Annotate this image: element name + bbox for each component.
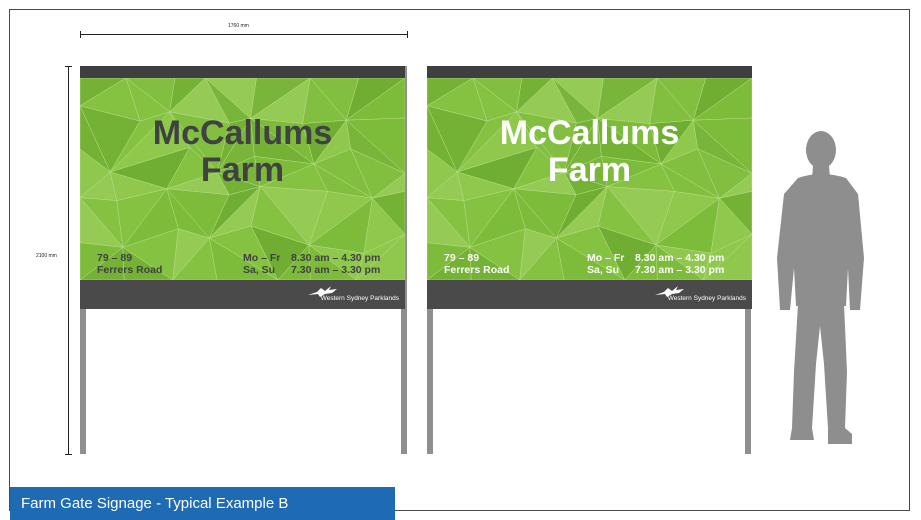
sign-face: McCallums Farm 79 – 89 Ferrers Road Mo –… [80,78,405,280]
days-line-1: Mo – Fr [587,252,625,264]
opening-hours: 8.30 am – 4.30 pm 7.30 am – 3.30 pm [635,252,724,276]
height-dimension-label: 2100 mm [36,253,57,259]
logo-text: Western Sydney Parklands [667,295,746,302]
sign-footer: Western Sydney Parklands [80,280,405,309]
sign-panel: McCallums Farm 79 – 89 Ferrers Road Mo –… [427,66,752,309]
days-line-2: Sa, Su [587,264,620,276]
sign-cap [427,66,752,78]
hours-line-2: 7.30 am – 3.30 pm [635,264,725,276]
logo-text: Western Sydney Parklands [320,295,399,302]
title-line-1: McCallums [152,114,333,152]
title-line-2: Farm [547,151,632,189]
hours-line-1: 8.30 am – 4.30 pm [291,252,381,264]
sign-title: McCallums Farm [427,115,752,189]
days-line-2: Sa, Su [243,264,276,276]
sign-title: McCallums Farm [80,115,405,189]
sign-footer: Western Sydney Parklands [427,280,752,309]
hours-line-2: 7.30 am – 3.30 pm [291,264,381,276]
human-scale-figure-icon [777,131,864,444]
opening-days: Mo – Fr Sa, Su [587,252,624,276]
title-line-1: McCallums [499,114,680,152]
address-line-2: Ferrers Road [444,264,510,276]
figure-caption: Farm Gate Signage - Typical Example B [10,487,395,520]
title-line-2: Farm [200,151,285,189]
address: 79 – 89 Ferrers Road [444,252,509,276]
width-dimension-label: 1760 mm [228,23,249,29]
address: 79 – 89 Ferrers Road [97,252,162,276]
opening-hours: 8.30 am – 4.30 pm 7.30 am – 3.30 pm [291,252,380,276]
opening-days: Mo – Fr Sa, Su [243,252,280,276]
address-line-2: Ferrers Road [97,264,163,276]
address-line-1: 79 – 89 [97,252,133,264]
sign-cap [80,66,405,78]
address-line-1: 79 – 89 [444,252,480,264]
days-line-1: Mo – Fr [243,252,281,264]
hours-line-1: 8.30 am – 4.30 pm [635,252,725,264]
sign-face: McCallums Farm 79 – 89 Ferrers Road Mo –… [427,78,752,280]
sign-panel: McCallums Farm 79 – 89 Ferrers Road Mo –… [80,66,405,309]
